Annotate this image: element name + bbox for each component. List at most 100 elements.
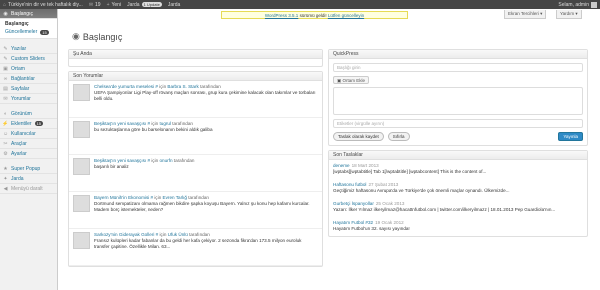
save-draft-button[interactable]: Taslak olarak kaydet xyxy=(333,132,384,141)
sidebar-item-users[interactable]: ☺ Kullanıcılar xyxy=(0,129,57,139)
comment-post-link[interactable]: Sarkozy'nin Giderayak Golleri # xyxy=(94,232,159,237)
account-menu[interactable]: Selam, admin xyxy=(555,0,600,9)
draft-title-link[interactable]: Haftasonu futbol xyxy=(333,182,366,187)
main-content: WordPress 3.5.1 sürümü geldi! Lütfen gün… xyxy=(58,9,600,290)
comment-author-link[interactable]: Evren Tarlığ xyxy=(163,195,187,200)
draft-excerpt: Geçtiğimiz haftasonu Avrupa'da ve Türkiy… xyxy=(333,188,510,193)
post-title-input[interactable]: Başlığı girin xyxy=(333,63,583,72)
tools-icon: ✂ xyxy=(3,140,8,147)
comment-text: UEFA Şampiyonlar Ligi Play-off rövanş ma… xyxy=(94,90,316,102)
draft-item: Haftasonu futbol 27 Şubat 2013 Geçtiğimiz… xyxy=(329,179,587,198)
quickpress-widget: QuickPress Başlığı girin ▣ Ortam Ekle Et… xyxy=(328,49,588,146)
sidebar-item-pages[interactable]: ▤ Sayfalar xyxy=(0,84,57,94)
comment-author-link[interactable]: onurfn xyxy=(159,158,172,163)
submenu-updates[interactable]: Güncellemeler 15 xyxy=(0,28,57,36)
users-icon: ☺ xyxy=(2,130,9,137)
publish-button[interactable]: Yayınla xyxy=(558,132,583,141)
comment-item: Beşiktaş'ın yeni savaşçısı # için tugrul… xyxy=(69,118,322,155)
tags-input[interactable]: Etiketler (virgülle ayırın) xyxy=(333,119,583,128)
collapse-menu-button[interactable]: ◀ Menüyü daralt xyxy=(0,184,57,194)
new-label: Yeni xyxy=(111,1,122,8)
left-column: Şu Anda Son Yorumlar Chelsea'de yumurta … xyxy=(68,49,323,271)
greeting: Selam, admin xyxy=(558,1,589,8)
sidebar-item-plugins[interactable]: ⚡ Eklentiler 15 xyxy=(0,119,57,129)
update-badge: 1 Update xyxy=(141,2,162,7)
avatar xyxy=(73,158,90,175)
update-notice: WordPress 3.5.1 sürümü geldi! Lütfen gün… xyxy=(221,11,408,19)
plugins-count-badge: 15 xyxy=(34,121,44,126)
draft-excerpt: Hayatım Futbol'un 32. sayısı yayında! xyxy=(333,226,410,231)
jarda-link[interactable]: Jarda 1 Update xyxy=(124,0,165,9)
pin-icon: ✎ xyxy=(3,45,8,52)
avatar-icon xyxy=(591,1,597,8)
link-icon: ∞ xyxy=(3,75,8,82)
draft-title-link[interactable]: deneme xyxy=(333,163,350,168)
jarda2-label: Jarda xyxy=(167,1,181,8)
comment-item: Chelsea'de yumurta meselesi # için Barbr… xyxy=(69,81,322,118)
now-widget: Şu Anda xyxy=(68,49,323,67)
post-content-textarea[interactable] xyxy=(333,87,583,115)
sidebar-item-appearance[interactable]: ◐ Görünüm xyxy=(0,109,57,119)
comment-author-link[interactable]: Barbra S. Stark xyxy=(167,84,198,89)
sidebar-item-super-popup[interactable]: ★ Super Popup xyxy=(0,164,57,174)
recent-comments-title[interactable]: Son Yorumlar xyxy=(69,72,322,81)
draft-excerpt: [wptabs][wptabtitle] Tab 1[/wptabtitle] … xyxy=(333,169,487,174)
sidebar-item-posts[interactable]: ✎ Yazılar xyxy=(0,44,57,54)
pin-icon: ✎ xyxy=(3,55,8,62)
collapse-icon: ◀ xyxy=(3,185,8,192)
jarda-link-2[interactable]: Jarda xyxy=(165,0,184,9)
screen-options-button[interactable]: Ekran Tercihleri ▾ xyxy=(504,10,547,19)
dashboard-icon: ◉ xyxy=(72,31,80,41)
sidebar-item-settings[interactable]: ⚙ Ayarlar xyxy=(0,149,57,159)
page-title: ◉ Başlangıç xyxy=(72,31,123,42)
add-media-button[interactable]: ▣ Ortam Ekle xyxy=(333,76,370,84)
media-icon: ▣ xyxy=(3,65,8,72)
comment-post-link[interactable]: Bayern Münih'in Ekonomisi # xyxy=(94,195,154,200)
help-button[interactable]: Yardım ▾ xyxy=(556,10,582,19)
draft-date: 27 Şubat 2013 xyxy=(368,182,399,187)
site-name-link[interactable]: ⌂ Türkiye'nin dir ve tek haftalık diy... xyxy=(0,0,86,9)
comment-text: bu sezuktaşlarına göre bu barselonanın b… xyxy=(94,127,213,133)
admin-sidebar: ◉ Başlangıç Başlangıç Güncellemeler 15 ✎ Ya… xyxy=(0,9,58,290)
sidebar-item-media[interactable]: ▣ Ortam xyxy=(0,64,57,74)
comment-item: Beşiktaş'ın yeni savaşçısı # için onurfn… xyxy=(69,155,322,192)
page-icon: ▤ xyxy=(3,85,8,92)
appearance-icon: ◐ xyxy=(3,110,8,117)
comment-item: Sarkozy'nin Giderayak Golleri # için Ufu… xyxy=(69,229,322,266)
comment-post-link[interactable]: Beşiktaş'ın yeni savaşçısı # xyxy=(94,121,151,126)
recent-drafts-widget: Son Taslaklar deneme 18 Mart 2013 [wptabs… xyxy=(328,150,588,237)
right-column: QuickPress Başlığı girin ▣ Ortam Ekle Et… xyxy=(328,49,588,241)
sidebar-item-jarda[interactable]: ✦ Jarda xyxy=(0,174,57,184)
plus-icon: + xyxy=(106,1,110,8)
jarda-label: Jarda xyxy=(127,1,140,8)
reset-button[interactable]: Sıfırla xyxy=(387,132,410,141)
avatar xyxy=(73,121,90,138)
comment-text: Fransız kulüpleri kadar fabanlar da bu g… xyxy=(94,238,302,250)
sidebar-item-custom-sliders[interactable]: ✎ Custom Sliders xyxy=(0,54,57,64)
draft-title-link[interactable]: Hayatım Futbol #32 xyxy=(333,220,373,225)
comments-count: 19 xyxy=(95,1,101,8)
comment-icon: ✉ xyxy=(3,95,8,102)
new-content-link[interactable]: + Yeni xyxy=(104,0,124,9)
comment-post-link[interactable]: Chelsea'de yumurta meselesi # xyxy=(94,84,159,89)
sidebar-item-dashboard[interactable]: ◉ Başlangıç xyxy=(0,9,57,19)
submenu-home[interactable]: Başlangıç xyxy=(0,20,57,28)
comment-icon: ✉ xyxy=(88,1,94,8)
comment-author-link[interactable]: Ufuk Ünlü xyxy=(168,232,188,237)
sidebar-item-comments[interactable]: ✉ Yorumlar xyxy=(0,94,57,104)
comments-link[interactable]: ✉ 19 xyxy=(86,0,104,9)
comment-author-link[interactable]: tugrul xyxy=(159,121,171,126)
now-widget-title[interactable]: Şu Anda xyxy=(69,50,322,59)
version-link[interactable]: WordPress 3.5.1 xyxy=(265,13,298,18)
quickpress-title[interactable]: QuickPress xyxy=(329,50,587,59)
recent-drafts-title[interactable]: Son Taslaklar xyxy=(329,151,587,160)
draft-title-link[interactable]: Gurbetçi İspanyollar xyxy=(333,201,374,206)
comment-post-link[interactable]: Beşiktaş'ın yeni savaşçısı # xyxy=(94,158,151,163)
site-name-label: Türkiye'nin dir ve tek haftalık diy... xyxy=(8,1,83,8)
sidebar-item-links[interactable]: ∞ Bağlantılar xyxy=(0,74,57,84)
jarda-icon: ✦ xyxy=(3,175,8,182)
comment-text: başarılı bir analiz xyxy=(94,164,129,170)
update-now-link[interactable]: Lütfen güncelleyin xyxy=(328,13,364,18)
admin-bar: ⌂ Türkiye'nin dir ve tek haftalık diy... … xyxy=(0,0,600,9)
sidebar-item-tools[interactable]: ✂ Araçlar xyxy=(0,139,57,149)
